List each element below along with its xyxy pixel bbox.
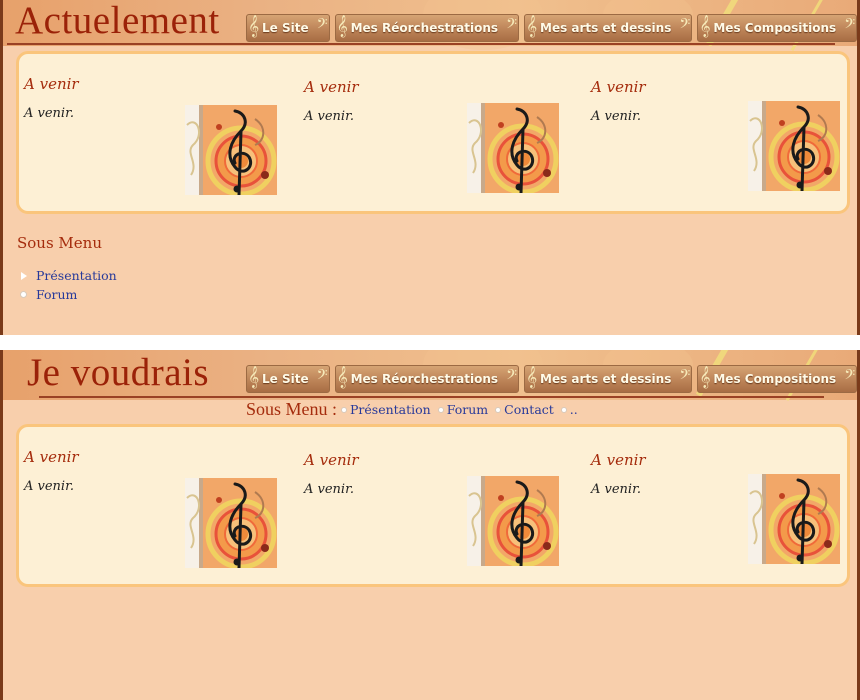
bass-clef-icon: 𝄢 bbox=[844, 367, 856, 387]
arrow-bullet-icon bbox=[21, 271, 27, 280]
site-title: Actuelement bbox=[15, 0, 220, 42]
news-card-title[interactable]: A venir bbox=[304, 78, 359, 96]
nav-label: Le Site bbox=[262, 372, 309, 386]
bass-clef-icon: 𝄢 bbox=[316, 16, 328, 36]
news-card-title[interactable]: A venir bbox=[591, 451, 646, 469]
main-nav: 𝄞 Le Site 𝄢 𝄞 Mes Réorchestrations 𝄢 𝄞 M… bbox=[246, 365, 857, 393]
nav-label: Mes Réorchestrations bbox=[350, 372, 499, 386]
inline-submenu: Sous Menu : Présentation Forum Contact .… bbox=[246, 399, 585, 420]
submenu-item-label: Présentation bbox=[350, 402, 431, 417]
music-art-thumbnail[interactable] bbox=[748, 101, 840, 191]
bass-clef-icon: 𝄢 bbox=[679, 367, 691, 387]
nav-label: Le Site bbox=[262, 21, 309, 35]
news-box: A venir A venir. A venir A venir. A veni… bbox=[16, 424, 850, 587]
submenu-item-label: Contact bbox=[504, 402, 554, 417]
submenu-item-label: Forum bbox=[446, 402, 489, 417]
nav-reorchestrations[interactable]: 𝄞 Mes Réorchestrations 𝄢 bbox=[334, 14, 520, 42]
bass-clef-icon: 𝄢 bbox=[679, 16, 691, 36]
site-title: Je voudrais bbox=[27, 351, 210, 394]
nav-label: Mes arts et dessins bbox=[540, 372, 672, 386]
submenu-item-label: Présentation bbox=[36, 268, 117, 283]
circle-bullet-icon bbox=[495, 406, 502, 413]
music-art-thumbnail[interactable] bbox=[467, 103, 559, 193]
circle-bullet-icon bbox=[437, 406, 444, 413]
treble-clef-icon: 𝄞 bbox=[336, 366, 348, 388]
bass-clef-icon: 𝄢 bbox=[316, 367, 328, 387]
treble-clef-icon: 𝄞 bbox=[526, 366, 538, 388]
news-card-text: A venir. bbox=[591, 109, 642, 124]
nav-arts-dessins[interactable]: 𝄞 Mes arts et dessins 𝄢 bbox=[524, 14, 693, 42]
news-card-text: A venir. bbox=[304, 109, 355, 124]
submenu-item-label: Forum bbox=[36, 287, 78, 302]
nav-compositions[interactable]: 𝄞 Mes Compositions 𝄢 bbox=[697, 365, 857, 393]
nav-label: Mes Compositions bbox=[713, 21, 837, 35]
title-underline bbox=[7, 43, 835, 45]
submenu-item-more[interactable]: .. bbox=[560, 402, 578, 417]
circle-bullet-icon bbox=[20, 291, 27, 298]
treble-clef-icon: 𝄞 bbox=[526, 15, 538, 37]
nav-le-site[interactable]: 𝄞 Le Site 𝄢 bbox=[246, 365, 330, 393]
treble-clef-icon: 𝄞 bbox=[248, 15, 260, 37]
news-card-title[interactable]: A venir bbox=[304, 451, 359, 469]
bass-clef-icon: 𝄢 bbox=[506, 367, 518, 387]
news-card-text: A venir. bbox=[591, 482, 642, 497]
submenu-item-forum[interactable]: Forum bbox=[20, 285, 117, 304]
submenu-item-label: .. bbox=[569, 402, 578, 417]
nav-arts-dessins[interactable]: 𝄞 Mes arts et dessins 𝄢 bbox=[524, 365, 693, 393]
submenu-item-presentation[interactable]: Présentation bbox=[20, 266, 117, 285]
music-art-thumbnail[interactable] bbox=[467, 476, 559, 566]
main-nav: 𝄞 Le Site 𝄢 𝄞 Mes Réorchestrations 𝄢 𝄞 M… bbox=[246, 14, 857, 42]
news-card-text: A venir. bbox=[24, 106, 75, 121]
treble-clef-icon: 𝄞 bbox=[336, 15, 348, 37]
circle-bullet-icon bbox=[341, 406, 348, 413]
treble-clef-icon: 𝄞 bbox=[248, 366, 260, 388]
submenu-item-contact[interactable]: Contact bbox=[495, 402, 554, 417]
title-underline bbox=[39, 396, 824, 398]
submenu-item-forum[interactable]: Forum bbox=[437, 402, 489, 417]
circle-bullet-icon bbox=[560, 406, 567, 413]
treble-clef-icon: 𝄞 bbox=[699, 366, 711, 388]
news-box: A venir A venir. A venir A venir. A veni… bbox=[16, 51, 850, 214]
nav-label: Mes Compositions bbox=[713, 372, 837, 386]
current-layout-panel: Actuelement 𝄞 Le Site 𝄢 𝄞 Mes Réorchestr… bbox=[0, 0, 860, 335]
music-art-thumbnail[interactable] bbox=[185, 105, 277, 195]
submenu-item-presentation[interactable]: Présentation bbox=[341, 402, 431, 417]
treble-clef-icon: 𝄞 bbox=[699, 15, 711, 37]
news-card-text: A venir. bbox=[304, 482, 355, 497]
news-card-title[interactable]: A venir bbox=[24, 75, 79, 93]
news-card-title[interactable]: A venir bbox=[591, 78, 646, 96]
submenu-title: Sous Menu : bbox=[246, 399, 338, 419]
bass-clef-icon: 𝄢 bbox=[506, 16, 518, 36]
submenu-title: Sous Menu bbox=[17, 234, 102, 252]
music-art-thumbnail[interactable] bbox=[748, 474, 840, 564]
nav-label: Mes Réorchestrations bbox=[350, 21, 499, 35]
nav-label: Mes arts et dessins bbox=[540, 21, 672, 35]
news-card-text: A venir. bbox=[24, 479, 75, 494]
nav-le-site[interactable]: 𝄞 Le Site 𝄢 bbox=[246, 14, 330, 42]
desired-layout-panel: Je voudrais 𝄞 Le Site 𝄢 𝄞 Mes Réorchestr… bbox=[0, 350, 860, 700]
nav-reorchestrations[interactable]: 𝄞 Mes Réorchestrations 𝄢 bbox=[334, 365, 520, 393]
submenu-list: Présentation Forum bbox=[20, 266, 117, 304]
nav-compositions[interactable]: 𝄞 Mes Compositions 𝄢 bbox=[697, 14, 857, 42]
news-card-title[interactable]: A venir bbox=[24, 448, 79, 466]
music-art-thumbnail[interactable] bbox=[185, 478, 277, 568]
bass-clef-icon: 𝄢 bbox=[844, 16, 856, 36]
